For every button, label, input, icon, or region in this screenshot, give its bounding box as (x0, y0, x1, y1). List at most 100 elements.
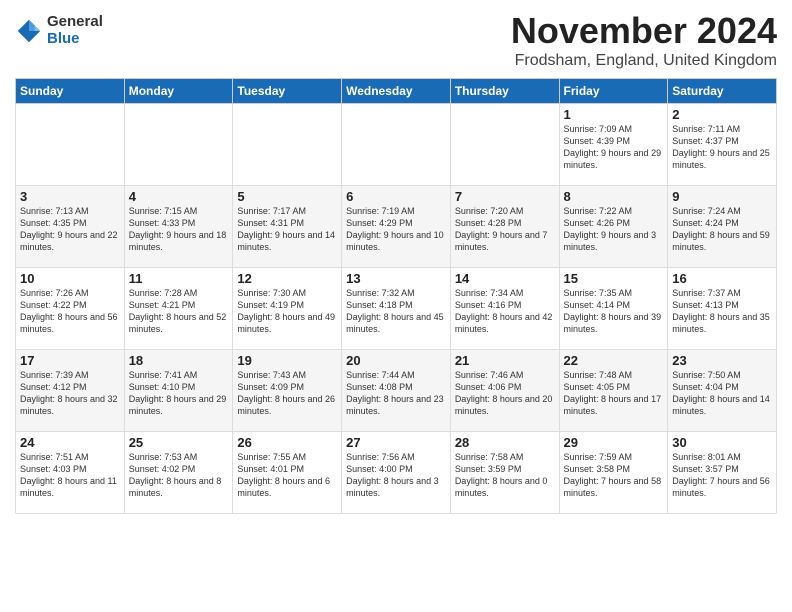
day-info: Sunrise: 7:58 AM Sunset: 3:59 PM Dayligh… (455, 451, 555, 500)
day-number: 12 (237, 271, 337, 286)
calendar-cell (16, 104, 125, 186)
day-number: 28 (455, 435, 555, 450)
day-info: Sunrise: 7:32 AM Sunset: 4:18 PM Dayligh… (346, 287, 446, 336)
calendar-cell: 7Sunrise: 7:20 AM Sunset: 4:28 PM Daylig… (450, 186, 559, 268)
location: Frodsham, England, United Kingdom (511, 52, 777, 70)
day-info: Sunrise: 7:48 AM Sunset: 4:05 PM Dayligh… (564, 369, 664, 418)
calendar-week-row: 1Sunrise: 7:09 AM Sunset: 4:39 PM Daylig… (16, 104, 777, 186)
day-number: 6 (346, 189, 446, 204)
calendar-cell: 27Sunrise: 7:56 AM Sunset: 4:00 PM Dayli… (342, 432, 451, 514)
calendar-cell: 9Sunrise: 7:24 AM Sunset: 4:24 PM Daylig… (668, 186, 777, 268)
calendar-cell: 12Sunrise: 7:30 AM Sunset: 4:19 PM Dayli… (233, 268, 342, 350)
day-number: 30 (672, 435, 772, 450)
calendar-cell: 21Sunrise: 7:46 AM Sunset: 4:06 PM Dayli… (450, 350, 559, 432)
logo-blue-text: Blue (47, 31, 103, 48)
day-info: Sunrise: 7:15 AM Sunset: 4:33 PM Dayligh… (129, 205, 229, 254)
day-info: Sunrise: 7:24 AM Sunset: 4:24 PM Dayligh… (672, 205, 772, 254)
day-number: 21 (455, 353, 555, 368)
calendar-cell (124, 104, 233, 186)
day-number: 14 (455, 271, 555, 286)
calendar-cell: 20Sunrise: 7:44 AM Sunset: 4:08 PM Dayli… (342, 350, 451, 432)
calendar-cell: 16Sunrise: 7:37 AM Sunset: 4:13 PM Dayli… (668, 268, 777, 350)
day-info: Sunrise: 7:13 AM Sunset: 4:35 PM Dayligh… (20, 205, 120, 254)
day-info: Sunrise: 7:41 AM Sunset: 4:10 PM Dayligh… (129, 369, 229, 418)
day-number: 25 (129, 435, 229, 450)
day-info: Sunrise: 7:51 AM Sunset: 4:03 PM Dayligh… (20, 451, 120, 500)
calendar-cell: 28Sunrise: 7:58 AM Sunset: 3:59 PM Dayli… (450, 432, 559, 514)
calendar-cell (342, 104, 451, 186)
calendar-header-row: SundayMondayTuesdayWednesdayThursdayFrid… (16, 79, 777, 104)
calendar-cell (450, 104, 559, 186)
calendar-cell: 22Sunrise: 7:48 AM Sunset: 4:05 PM Dayli… (559, 350, 668, 432)
day-info: Sunrise: 7:11 AM Sunset: 4:37 PM Dayligh… (672, 123, 772, 172)
column-header-thursday: Thursday (450, 79, 559, 104)
calendar-cell: 29Sunrise: 7:59 AM Sunset: 3:58 PM Dayli… (559, 432, 668, 514)
header: General Blue November 2024 Frodsham, Eng… (15, 10, 777, 70)
day-info: Sunrise: 7:56 AM Sunset: 4:00 PM Dayligh… (346, 451, 446, 500)
logo: General Blue (15, 14, 103, 47)
calendar-cell: 17Sunrise: 7:39 AM Sunset: 4:12 PM Dayli… (16, 350, 125, 432)
calendar-cell: 23Sunrise: 7:50 AM Sunset: 4:04 PM Dayli… (668, 350, 777, 432)
calendar-cell: 30Sunrise: 8:01 AM Sunset: 3:57 PM Dayli… (668, 432, 777, 514)
column-header-friday: Friday (559, 79, 668, 104)
calendar-cell: 3Sunrise: 7:13 AM Sunset: 4:35 PM Daylig… (16, 186, 125, 268)
day-info: Sunrise: 7:28 AM Sunset: 4:21 PM Dayligh… (129, 287, 229, 336)
day-number: 27 (346, 435, 446, 450)
calendar-cell: 6Sunrise: 7:19 AM Sunset: 4:29 PM Daylig… (342, 186, 451, 268)
day-number: 5 (237, 189, 337, 204)
day-number: 2 (672, 107, 772, 122)
day-info: Sunrise: 7:39 AM Sunset: 4:12 PM Dayligh… (20, 369, 120, 418)
logo-general-text: General (47, 14, 103, 31)
calendar-cell: 13Sunrise: 7:32 AM Sunset: 4:18 PM Dayli… (342, 268, 451, 350)
day-number: 15 (564, 271, 664, 286)
day-info: Sunrise: 7:43 AM Sunset: 4:09 PM Dayligh… (237, 369, 337, 418)
day-number: 7 (455, 189, 555, 204)
column-header-wednesday: Wednesday (342, 79, 451, 104)
day-info: Sunrise: 7:22 AM Sunset: 4:26 PM Dayligh… (564, 205, 664, 254)
day-info: Sunrise: 8:01 AM Sunset: 3:57 PM Dayligh… (672, 451, 772, 500)
day-number: 24 (20, 435, 120, 450)
day-info: Sunrise: 7:19 AM Sunset: 4:29 PM Dayligh… (346, 205, 446, 254)
column-header-monday: Monday (124, 79, 233, 104)
calendar-cell: 2Sunrise: 7:11 AM Sunset: 4:37 PM Daylig… (668, 104, 777, 186)
day-number: 23 (672, 353, 772, 368)
calendar-cell: 25Sunrise: 7:53 AM Sunset: 4:02 PM Dayli… (124, 432, 233, 514)
day-info: Sunrise: 7:59 AM Sunset: 3:58 PM Dayligh… (564, 451, 664, 500)
month-title: November 2024 (511, 10, 777, 52)
day-number: 17 (20, 353, 120, 368)
calendar-cell: 14Sunrise: 7:34 AM Sunset: 4:16 PM Dayli… (450, 268, 559, 350)
day-number: 13 (346, 271, 446, 286)
day-number: 8 (564, 189, 664, 204)
day-number: 4 (129, 189, 229, 204)
day-number: 16 (672, 271, 772, 286)
calendar-week-row: 10Sunrise: 7:26 AM Sunset: 4:22 PM Dayli… (16, 268, 777, 350)
day-info: Sunrise: 7:50 AM Sunset: 4:04 PM Dayligh… (672, 369, 772, 418)
day-number: 9 (672, 189, 772, 204)
calendar-cell: 10Sunrise: 7:26 AM Sunset: 4:22 PM Dayli… (16, 268, 125, 350)
day-number: 20 (346, 353, 446, 368)
column-header-tuesday: Tuesday (233, 79, 342, 104)
day-info: Sunrise: 7:53 AM Sunset: 4:02 PM Dayligh… (129, 451, 229, 500)
day-info: Sunrise: 7:20 AM Sunset: 4:28 PM Dayligh… (455, 205, 555, 254)
calendar-week-row: 3Sunrise: 7:13 AM Sunset: 4:35 PM Daylig… (16, 186, 777, 268)
day-number: 11 (129, 271, 229, 286)
day-info: Sunrise: 7:09 AM Sunset: 4:39 PM Dayligh… (564, 123, 664, 172)
day-info: Sunrise: 7:34 AM Sunset: 4:16 PM Dayligh… (455, 287, 555, 336)
calendar-week-row: 24Sunrise: 7:51 AM Sunset: 4:03 PM Dayli… (16, 432, 777, 514)
calendar-cell (233, 104, 342, 186)
day-info: Sunrise: 7:17 AM Sunset: 4:31 PM Dayligh… (237, 205, 337, 254)
calendar-week-row: 17Sunrise: 7:39 AM Sunset: 4:12 PM Dayli… (16, 350, 777, 432)
calendar-cell: 15Sunrise: 7:35 AM Sunset: 4:14 PM Dayli… (559, 268, 668, 350)
column-header-saturday: Saturday (668, 79, 777, 104)
day-number: 19 (237, 353, 337, 368)
day-number: 1 (564, 107, 664, 122)
day-info: Sunrise: 7:35 AM Sunset: 4:14 PM Dayligh… (564, 287, 664, 336)
column-header-sunday: Sunday (16, 79, 125, 104)
day-info: Sunrise: 7:26 AM Sunset: 4:22 PM Dayligh… (20, 287, 120, 336)
calendar-cell: 1Sunrise: 7:09 AM Sunset: 4:39 PM Daylig… (559, 104, 668, 186)
calendar-cell: 8Sunrise: 7:22 AM Sunset: 4:26 PM Daylig… (559, 186, 668, 268)
day-number: 22 (564, 353, 664, 368)
calendar-cell: 26Sunrise: 7:55 AM Sunset: 4:01 PM Dayli… (233, 432, 342, 514)
day-info: Sunrise: 7:37 AM Sunset: 4:13 PM Dayligh… (672, 287, 772, 336)
day-number: 29 (564, 435, 664, 450)
